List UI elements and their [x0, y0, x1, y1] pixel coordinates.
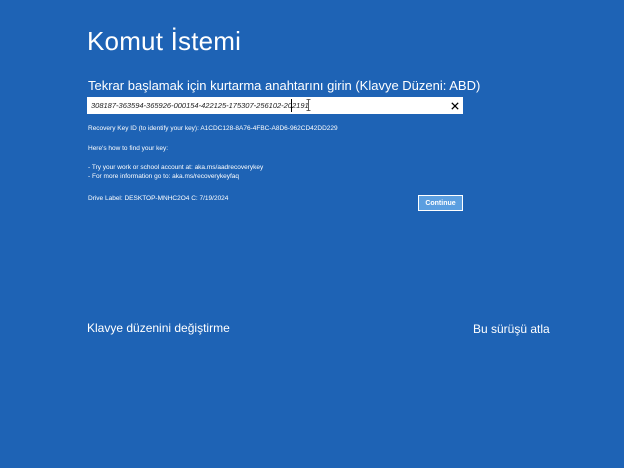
help-heading: Here's how to find your key: [88, 145, 168, 152]
recovery-key-field[interactable] [87, 97, 463, 114]
clear-button[interactable] [447, 97, 463, 114]
change-keyboard-layout-link[interactable]: Klavye düzenini değiştirme [87, 321, 230, 335]
text-caret [291, 99, 292, 112]
recovery-key-id: Recovery Key ID (to identify your key): … [88, 125, 338, 132]
drive-label: Drive Label: DESKTOP-MNHC2O4 C: 7/19/202… [88, 195, 229, 202]
close-icon [451, 101, 459, 110]
text-cursor-icon [306, 99, 311, 111]
help-item: - Try your work or school account at: ak… [88, 164, 264, 171]
help-item: - For more information go to: aka.ms/rec… [88, 173, 240, 180]
continue-button[interactable]: Continue [418, 195, 463, 211]
page-title: Komut İstemi [87, 26, 242, 56]
recovery-key-prompt: Tekrar başlamak için kurtarma anahtarını… [88, 78, 481, 93]
recovery-key-input[interactable] [87, 98, 447, 113]
skip-drive-link[interactable]: Bu sürüşü atla [473, 322, 550, 336]
